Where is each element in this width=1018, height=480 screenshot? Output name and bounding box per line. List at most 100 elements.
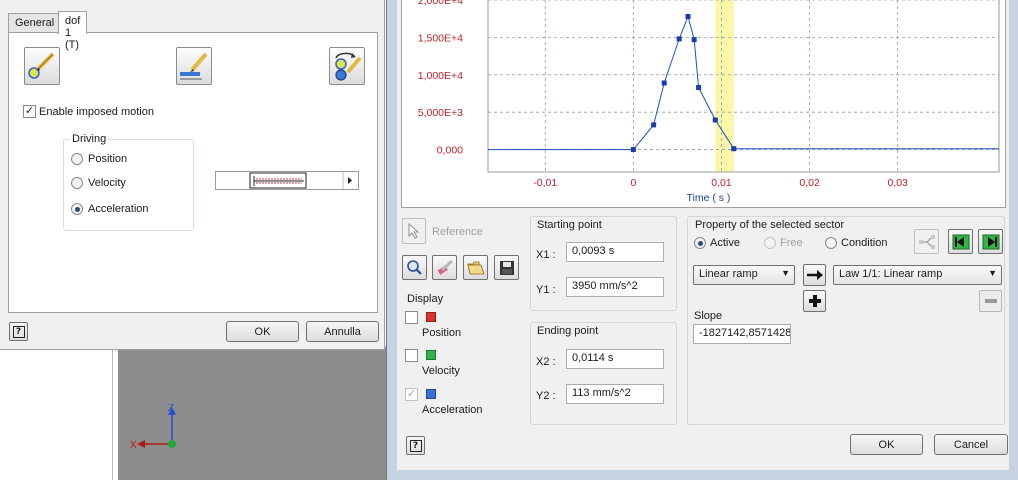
free-radio[interactable]: [764, 237, 776, 249]
add-law-button[interactable]: [803, 290, 826, 312]
law-type-select[interactable]: Linear ramp ▼: [693, 265, 795, 285]
data-point-marker: [661, 80, 667, 86]
scroll-right-icon[interactable]: [348, 177, 352, 184]
position-radio[interactable]: [71, 153, 83, 165]
reference-label: Reference: [432, 226, 483, 238]
y1-input[interactable]: 3950 mm/s^2: [566, 277, 664, 297]
display-acceleration-label: Acceleration: [422, 404, 483, 416]
chart-canvas[interactable]: -0,01 0 0,01 0,02 0,03 2,000E+4 1,500E+4 1,000E…: [402, 0, 1005, 208]
data-point-marker: [651, 122, 657, 128]
reference-button[interactable]: [402, 218, 426, 244]
next-green-icon: [982, 234, 999, 249]
y-tick-label: 5,000E+3: [418, 107, 463, 119]
selected-sector-highlight[interactable]: [715, 0, 734, 172]
driving-option-position[interactable]: Position: [71, 153, 127, 165]
x2-label: X2 :: [536, 356, 556, 368]
velocity-radio-label: Velocity: [88, 177, 126, 189]
tab-general[interactable]: General: [8, 13, 62, 33]
right-ok-button[interactable]: OK: [850, 434, 923, 455]
law-preview-graph: [249, 172, 352, 189]
erase-button[interactable]: [432, 255, 457, 280]
help-icon: ?: [409, 439, 422, 452]
y-tick-label: 2,000E+4: [418, 0, 463, 7]
position-tool-button[interactable]: [24, 47, 60, 85]
acceleration-tool-button[interactable]: [329, 47, 365, 85]
driving-option-acceleration[interactable]: Acceleration: [71, 203, 149, 215]
display-position-checkbox[interactable]: [405, 311, 418, 324]
law-preview-field[interactable]: [215, 171, 359, 190]
floppy-disk-icon: [499, 260, 514, 275]
x-tick-label: -0,01: [533, 177, 557, 189]
next-sector-button[interactable]: [978, 229, 1003, 254]
velocity-color-swatch: [426, 350, 436, 360]
enable-imposed-motion-label: Enable imposed motion: [39, 105, 154, 118]
display-panel: Display Position Velocity ✓ Acceleration: [399, 293, 522, 425]
left-help-button[interactable]: ?: [9, 322, 28, 341]
display-acceleration-checkbox[interactable]: ✓: [405, 388, 418, 401]
previous-sector-button[interactable]: [948, 229, 973, 254]
velocity-radio[interactable]: [71, 177, 83, 189]
background-divider: [112, 345, 113, 480]
display-position-label: Position: [422, 327, 462, 339]
sector-free-option[interactable]: Free: [764, 237, 803, 249]
starting-point-panel: Starting point X1 : 0,0093 s Y1 : 3950 m…: [530, 216, 677, 311]
x-tick-label: 0: [630, 177, 636, 189]
motion-law-chart[interactable]: -0,01 0 0,01 0,02 0,03 2,000E+4 1,500E+4 1,000E…: [401, 0, 1006, 208]
sector-condition-option[interactable]: Condition: [825, 237, 887, 249]
pencil-point-icon: [28, 52, 55, 79]
pencil-line-icon: [180, 52, 208, 80]
data-point-marker: [731, 146, 737, 152]
data-point-marker: [676, 36, 682, 42]
x1-input[interactable]: 0,0093 s: [566, 242, 664, 262]
sector-active-option[interactable]: Active: [694, 237, 740, 249]
right-cancel-button[interactable]: Cancel: [934, 434, 1008, 455]
law-list-select[interactable]: Law 1/1: Linear ramp ▼: [833, 265, 1002, 285]
law-editor-client: -0,01 0 0,01 0,02 0,03 2,000E+4 1,500E+4 1,000E…: [397, 0, 1009, 470]
axis-z-label: Z: [168, 403, 174, 414]
acceleration-series-line: [488, 14, 999, 151]
apply-law-button[interactable]: [803, 264, 826, 286]
driving-option-velocity[interactable]: Velocity: [71, 177, 126, 189]
acceleration-radio[interactable]: [71, 203, 83, 215]
sector-properties-panel: Property of the selected sector Active F…: [687, 216, 1005, 425]
x-axis-label: Time ( s ): [686, 192, 730, 204]
display-velocity-checkbox[interactable]: [405, 349, 418, 362]
open-button[interactable]: [463, 255, 488, 280]
split-branch-icon: [918, 234, 935, 249]
tab-panel: ✓ Enable imposed motion Driving Position…: [8, 32, 378, 313]
y1-label: Y1 :: [536, 284, 556, 296]
left-ok-button[interactable]: OK: [226, 321, 299, 342]
folder-open-icon: [467, 261, 485, 274]
display-title: Display: [407, 293, 444, 305]
cursor-arrow-icon: [408, 223, 420, 239]
eraser-pencil-icon: [437, 259, 453, 275]
enable-imposed-motion-checkbox[interactable]: ✓: [23, 105, 36, 118]
slope-input[interactable]: -1827142,857142857: [693, 324, 791, 344]
x1-label: X1 :: [536, 249, 556, 261]
active-radio[interactable]: [694, 237, 706, 249]
law-list-value: Law 1/1: Linear ramp: [839, 268, 943, 280]
ending-point-title: Ending point: [537, 325, 599, 337]
save-button[interactable]: [494, 255, 519, 280]
zoom-button[interactable]: [402, 255, 427, 280]
display-velocity-label: Velocity: [422, 365, 460, 377]
position-color-swatch: [426, 312, 436, 322]
right-help-button[interactable]: ?: [406, 436, 425, 455]
split-sector-button[interactable]: [914, 229, 939, 254]
data-point-marker: [691, 37, 697, 43]
left-cancel-button[interactable]: Annulla: [306, 321, 379, 342]
data-point-marker: [685, 13, 691, 19]
enable-imposed-motion-row[interactable]: ✓ Enable imposed motion: [23, 105, 154, 118]
x2-input[interactable]: 0,0114 s: [566, 349, 664, 369]
help-icon: ?: [12, 325, 25, 338]
starting-point-title: Starting point: [537, 219, 602, 231]
velocity-tool-button[interactable]: [176, 47, 212, 85]
y2-input[interactable]: 113 mm/s^2: [566, 384, 664, 404]
tab-dof-1[interactable]: dof 1 (T): [58, 11, 88, 51]
background-panel: [0, 345, 118, 480]
data-point-marker: [712, 117, 718, 123]
y-tick-label: 1,000E+4: [418, 70, 463, 82]
remove-law-button[interactable]: [979, 290, 1002, 312]
x-tick-label: 0,01: [711, 177, 732, 189]
condition-radio[interactable]: [825, 237, 837, 249]
